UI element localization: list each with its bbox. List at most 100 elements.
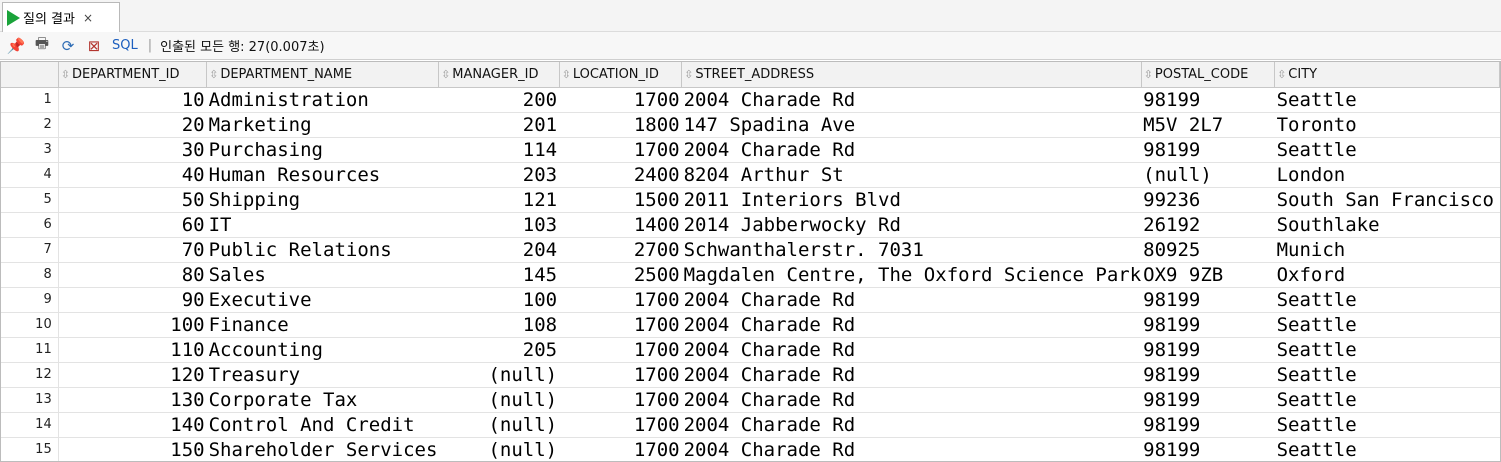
table-cell[interactable]: 98199 bbox=[1141, 412, 1275, 438]
table-row[interactable]: 15 150 Shareholder Services (null) 1700 2004 … bbox=[1, 437, 1500, 461]
table-cell[interactable]: 8204 Arthur St bbox=[681, 162, 1142, 188]
table-cell[interactable]: 10 bbox=[58, 87, 207, 113]
table-row[interactable]: 8 80 Sales 145 2500 Magdalen Centre, The Oxfo… bbox=[1, 262, 1500, 288]
table-cell[interactable]: 26192 bbox=[1141, 212, 1275, 238]
table-cell[interactable]: 2014 Jabberwocky Rd bbox=[681, 212, 1142, 238]
table-cell[interactable]: Schwanthalerstr. 7031 bbox=[681, 237, 1142, 263]
tab-query-result[interactable]: 질의 결과 × bbox=[2, 2, 120, 32]
sort-icon[interactable]: ⇳ bbox=[1277, 68, 1286, 81]
table-cell[interactable]: 80925 bbox=[1141, 237, 1275, 263]
print-icon[interactable]: 🖶 bbox=[32, 34, 52, 55]
table-cell[interactable]: 98199 bbox=[1141, 437, 1275, 461]
table-cell[interactable]: (null) bbox=[438, 362, 560, 388]
row-number[interactable]: 4 bbox=[1, 162, 59, 188]
table-cell[interactable]: 50 bbox=[58, 187, 207, 213]
table-cell[interactable]: 1700 bbox=[559, 337, 682, 363]
table-cell[interactable]: Finance bbox=[206, 312, 439, 338]
table-cell[interactable]: 1800 bbox=[559, 112, 682, 138]
table-cell[interactable]: 200 bbox=[438, 87, 560, 113]
row-number[interactable]: 13 bbox=[1, 387, 59, 413]
table-cell[interactable]: 2004 Charade Rd bbox=[681, 362, 1142, 388]
table-cell[interactable]: Purchasing bbox=[206, 137, 439, 163]
column-header-department-id[interactable]: ⇳ DEPARTMENT_ID bbox=[58, 62, 208, 88]
table-cell[interactable]: Administration bbox=[206, 87, 439, 113]
table-cell[interactable]: 201 bbox=[438, 112, 560, 138]
table-cell[interactable]: Seattle bbox=[1274, 387, 1500, 413]
table-row[interactable]: 13 130 Corporate Tax (null) 1700 2004 Charade… bbox=[1, 387, 1500, 413]
row-number[interactable]: 6 bbox=[1, 212, 59, 238]
table-cell[interactable]: Seattle bbox=[1274, 312, 1500, 338]
row-number[interactable]: 12 bbox=[1, 362, 59, 388]
table-cell[interactable]: 1700 bbox=[559, 362, 682, 388]
sort-icon[interactable]: ⇳ bbox=[562, 68, 571, 81]
table-cell[interactable]: 1400 bbox=[559, 212, 682, 238]
table-row[interactable]: 7 70 Public Relations 204 2700 Schwanthalerst… bbox=[1, 237, 1500, 263]
sort-icon[interactable]: ⇳ bbox=[209, 68, 218, 81]
table-cell[interactable]: Seattle bbox=[1274, 437, 1500, 461]
table-cell[interactable]: 100 bbox=[438, 287, 560, 313]
table-cell[interactable]: 130 bbox=[58, 387, 207, 413]
table-cell[interactable]: 103 bbox=[438, 212, 560, 238]
pin-icon[interactable]: 📌 bbox=[6, 37, 26, 55]
table-row[interactable]: 3 30 Purchasing 114 1700 2004 Charade Rd 98199… bbox=[1, 137, 1500, 163]
table-row[interactable]: 6 60 IT 103 1400 2014 Jabberwocky Rd 26192 Sout… bbox=[1, 212, 1500, 238]
table-cell[interactable]: IT bbox=[206, 212, 439, 238]
table-cell[interactable]: 110 bbox=[58, 337, 207, 363]
table-cell[interactable]: 1700 bbox=[559, 137, 682, 163]
table-cell[interactable]: (null) bbox=[438, 412, 560, 438]
table-cell[interactable]: Treasury bbox=[206, 362, 439, 388]
table-cell[interactable]: Public Relations bbox=[206, 237, 439, 263]
column-header-street-address[interactable]: ⇳ STREET_ADDRESS bbox=[681, 62, 1142, 88]
table-cell[interactable]: 100 bbox=[58, 312, 207, 338]
table-cell[interactable]: 114 bbox=[438, 137, 560, 163]
table-cell[interactable]: 147 Spadina Ave bbox=[681, 112, 1142, 138]
row-number[interactable]: 10 bbox=[1, 312, 59, 338]
table-row[interactable]: 5 50 Shipping 121 1500 2011 Interiors Blvd 992… bbox=[1, 187, 1500, 213]
row-number[interactable]: 8 bbox=[1, 262, 59, 288]
column-header-manager-id[interactable]: ⇳ MANAGER_ID bbox=[438, 62, 560, 88]
table-cell[interactable]: London bbox=[1274, 162, 1500, 188]
table-cell[interactable]: 98199 bbox=[1141, 337, 1275, 363]
table-cell[interactable]: Accounting bbox=[206, 337, 439, 363]
table-cell[interactable]: 204 bbox=[438, 237, 560, 263]
table-cell[interactable]: 121 bbox=[438, 187, 560, 213]
table-cell[interactable]: Seattle bbox=[1274, 137, 1500, 163]
sort-icon[interactable]: ⇳ bbox=[441, 68, 450, 81]
table-cell[interactable]: 2004 Charade Rd bbox=[681, 437, 1142, 461]
row-number[interactable]: 15 bbox=[1, 437, 59, 461]
table-cell[interactable]: 145 bbox=[438, 262, 560, 288]
row-number[interactable]: 9 bbox=[1, 287, 59, 313]
sort-icon[interactable]: ⇳ bbox=[684, 68, 693, 81]
table-cell[interactable]: Shareholder Services bbox=[206, 437, 439, 461]
table-cell[interactable]: 98199 bbox=[1141, 87, 1275, 113]
table-cell[interactable]: (null) bbox=[438, 387, 560, 413]
table-cell[interactable]: Seattle bbox=[1274, 87, 1500, 113]
column-header-city[interactable]: ⇳ CITY bbox=[1274, 62, 1500, 88]
column-header-department-name[interactable]: ⇳ DEPARTMENT_NAME bbox=[206, 62, 440, 88]
table-cell[interactable]: 99236 bbox=[1141, 187, 1275, 213]
row-number[interactable]: 14 bbox=[1, 412, 59, 438]
table-cell[interactable]: 30 bbox=[58, 137, 207, 163]
table-cell[interactable]: Sales bbox=[206, 262, 439, 288]
table-cell[interactable]: Human Resources bbox=[206, 162, 439, 188]
table-cell[interactable]: Seattle bbox=[1274, 337, 1500, 363]
table-cell[interactable]: OX9 9ZB bbox=[1141, 262, 1275, 288]
table-row[interactable]: 12 120 Treasury (null) 1700 2004 Charade Rd 98… bbox=[1, 362, 1500, 388]
table-cell[interactable]: 60 bbox=[58, 212, 207, 238]
table-row[interactable]: 9 90 Executive 100 1700 2004 Charade Rd 98199 S… bbox=[1, 287, 1500, 313]
table-cell[interactable]: 1700 bbox=[559, 287, 682, 313]
table-cell[interactable]: 2004 Charade Rd bbox=[681, 137, 1142, 163]
row-number[interactable]: 2 bbox=[1, 112, 59, 138]
table-cell[interactable]: Executive bbox=[206, 287, 439, 313]
table-cell[interactable]: 1700 bbox=[559, 312, 682, 338]
table-cell[interactable]: 205 bbox=[438, 337, 560, 363]
table-cell[interactable]: 90 bbox=[58, 287, 207, 313]
table-cell[interactable]: 98199 bbox=[1141, 362, 1275, 388]
table-cell[interactable]: Marketing bbox=[206, 112, 439, 138]
table-cell[interactable]: 98199 bbox=[1141, 137, 1275, 163]
table-cell[interactable]: 140 bbox=[58, 412, 207, 438]
table-cell[interactable]: 80 bbox=[58, 262, 207, 288]
export-icon[interactable]: ⊠ bbox=[84, 37, 104, 55]
row-number[interactable]: 7 bbox=[1, 237, 59, 263]
table-cell[interactable]: Oxford bbox=[1274, 262, 1500, 288]
